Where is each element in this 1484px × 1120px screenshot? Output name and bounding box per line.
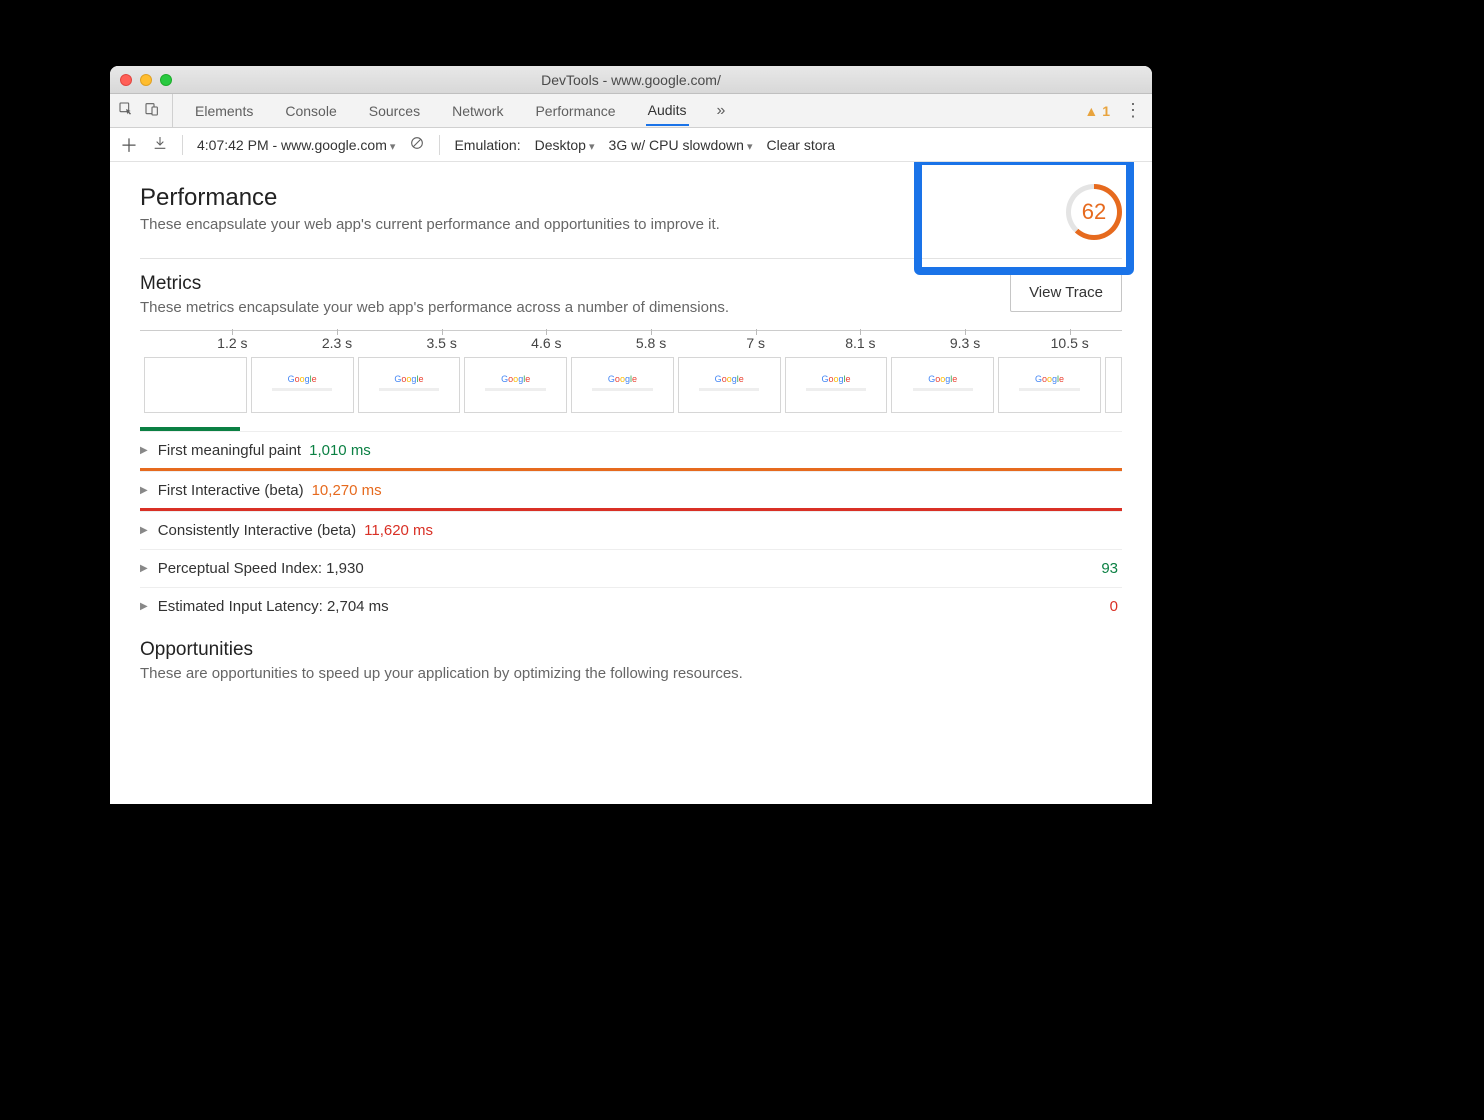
clear-audit-icon[interactable] (409, 135, 425, 154)
zoom-window-button[interactable] (160, 74, 172, 86)
tab-performance[interactable]: Performance (533, 97, 617, 125)
screenshot-frame[interactable]: Google (464, 357, 567, 413)
view-trace-button[interactable]: View Trace (1010, 273, 1122, 312)
window-title: DevTools - www.google.com/ (110, 72, 1152, 88)
metric-row-consistently-interactive[interactable]: ▶ Consistently Interactive (beta) 11,620… (140, 511, 1122, 549)
screenshot-frame[interactable]: Google (571, 357, 674, 413)
throttle-dropdown[interactable]: 3G w/ CPU slowdown (609, 137, 753, 153)
metric-row-speed-index[interactable]: ▶ Perceptual Speed Index: 1,930 93 (140, 549, 1122, 587)
screenshot-frame[interactable]: Google (891, 357, 994, 413)
audit-report: Performance These encapsulate your web a… (110, 162, 1152, 804)
timeline-tick: 4.6 s (494, 335, 599, 351)
metrics-section-description: These metrics encapsulate your web app's… (140, 299, 729, 316)
tab-network[interactable]: Network (450, 97, 505, 125)
metric-name: First meaningful paint (158, 442, 301, 459)
metric-row-first-interactive[interactable]: ▶ First Interactive (beta) 10,270 ms (140, 471, 1122, 509)
opportunities-section-description: These are opportunities to speed up your… (140, 665, 1122, 682)
metric-score: 0 (1110, 598, 1122, 615)
timeline-tick: 9.3 s (913, 335, 1018, 351)
metrics-section-title: Metrics (140, 273, 729, 295)
screenshot-frame[interactable] (1105, 357, 1122, 413)
metric-name: Perceptual Speed Index: 1,930 (158, 560, 364, 577)
session-dropdown[interactable]: 4:07:42 PM - www.google.com (197, 137, 395, 153)
metric-value: 11,620 ms (364, 522, 433, 539)
performance-score-value: 62 (1082, 199, 1106, 225)
timeline-tick: 1.2 s (180, 335, 285, 351)
performance-score-gauge: 62 (1066, 184, 1122, 240)
warnings-badge[interactable]: ▲ 1 (1084, 103, 1110, 119)
new-audit-button[interactable]: ＋ (120, 132, 138, 158)
expand-icon[interactable]: ▶ (140, 525, 148, 536)
screenshot-frame[interactable]: Google (998, 357, 1101, 413)
devtools-tabbar: Elements Console Sources Network Perform… (110, 94, 1152, 128)
traffic-lights (120, 74, 172, 86)
screenshot-frame[interactable]: Google (251, 357, 354, 413)
performance-section-title: Performance (140, 184, 720, 212)
metric-value: 10,270 ms (312, 482, 382, 499)
warning-icon: ▲ (1084, 103, 1098, 119)
warning-count: 1 (1102, 103, 1110, 119)
minimize-window-button[interactable] (140, 74, 152, 86)
metric-row-fmp[interactable]: ▶ First meaningful paint 1,010 ms (140, 431, 1122, 469)
timeline-tick: 8.1 s (808, 335, 913, 351)
inspect-element-icon[interactable] (118, 101, 134, 120)
expand-icon[interactable]: ▶ (140, 601, 148, 612)
tab-audits[interactable]: Audits (646, 96, 689, 126)
expand-icon[interactable]: ▶ (140, 485, 148, 496)
timeline-tick: 2.3 s (285, 335, 390, 351)
device-toolbar-icon[interactable] (144, 101, 160, 120)
metric-name: Estimated Input Latency: 2,704 ms (158, 598, 389, 615)
metric-score: 93 (1101, 560, 1122, 577)
download-report-icon[interactable] (152, 135, 168, 154)
tab-sources[interactable]: Sources (367, 97, 422, 125)
tab-elements[interactable]: Elements (193, 97, 255, 125)
screenshot-frame[interactable]: Google (785, 357, 888, 413)
audits-toolbar: ＋ 4:07:42 PM - www.google.com Emulation:… (110, 128, 1152, 162)
panel-tabs: Elements Console Sources Network Perform… (173, 96, 1084, 126)
divider (140, 258, 1122, 259)
metric-value: 1,010 ms (309, 442, 371, 459)
performance-section-description: These encapsulate your web app's current… (140, 216, 720, 233)
timeline-ticks: 1.2 s 2.3 s 3.5 s 4.6 s 5.8 s 7 s 8.1 s … (140, 335, 1122, 351)
metric-name: First Interactive (beta) (158, 482, 304, 499)
clear-storage-toggle[interactable]: Clear stora (767, 137, 835, 153)
titlebar: DevTools - www.google.com/ (110, 66, 1152, 94)
tab-console[interactable]: Console (283, 97, 338, 125)
timeline-tick: 5.8 s (599, 335, 704, 351)
screenshot-frames: Google Google Google Google Google Googl… (140, 357, 1122, 413)
tabs-overflow-icon[interactable]: » (717, 102, 726, 120)
expand-icon[interactable]: ▶ (140, 445, 148, 456)
emulation-label: Emulation: (454, 137, 520, 153)
timeline-tick: 10.5 s (1017, 335, 1122, 351)
screenshots-timeline: 1.2 s 2.3 s 3.5 s 4.6 s 5.8 s 7 s 8.1 s … (140, 330, 1122, 413)
opportunities-section-title: Opportunities (140, 639, 1122, 661)
more-options-icon[interactable]: ⋮ (1124, 100, 1142, 121)
devtools-window: DevTools - www.google.com/ Elements Cons… (110, 66, 1152, 804)
close-window-button[interactable] (120, 74, 132, 86)
screenshot-frame[interactable]: Google (678, 357, 781, 413)
screenshot-frame[interactable]: Google (358, 357, 461, 413)
device-dropdown[interactable]: Desktop (535, 137, 595, 153)
timeline-tick: 7 s (703, 335, 808, 351)
expand-icon[interactable]: ▶ (140, 563, 148, 574)
metric-name: Consistently Interactive (beta) (158, 522, 356, 539)
screenshot-frame[interactable] (144, 357, 247, 413)
metric-row-input-latency[interactable]: ▶ Estimated Input Latency: 2,704 ms 0 (140, 587, 1122, 625)
timeline-tick: 3.5 s (389, 335, 494, 351)
